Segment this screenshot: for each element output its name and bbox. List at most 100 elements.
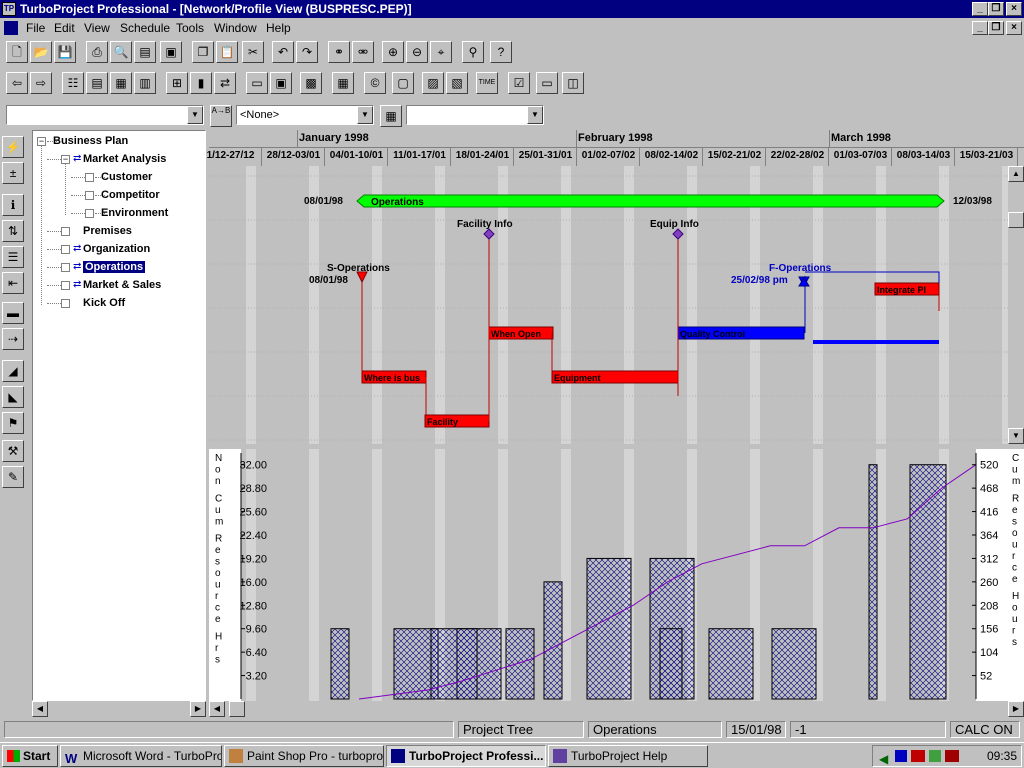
tree-hscroll[interactable]: ◀ ▶ — [32, 701, 206, 717]
expand-box[interactable] — [85, 191, 94, 200]
bar-icon[interactable]: ▬ — [2, 302, 24, 324]
chart-hscroll[interactable]: ◀ ▶ — [209, 701, 1024, 717]
menu-view[interactable]: View — [84, 21, 110, 35]
menu-tools[interactable]: Tools — [176, 21, 204, 35]
print-preview-icon[interactable]: 🔍 — [110, 41, 132, 63]
doc-minimize-icon[interactable]: _ — [972, 21, 988, 35]
expand-box[interactable] — [61, 281, 70, 290]
page-setup-icon[interactable]: ▤ — [134, 41, 156, 63]
doc-close-icon[interactable]: × — [1006, 21, 1022, 35]
task-help[interactable]: TurboProject Help — [548, 745, 708, 767]
expand-box[interactable] — [85, 173, 94, 182]
chevron-down-icon[interactable]: ▼ — [527, 106, 543, 124]
network-vscroll[interactable]: ▲ ▼ — [1008, 166, 1024, 444]
chart-up-icon[interactable]: ◢ — [2, 360, 24, 382]
sort-button[interactable]: A→B — [210, 105, 232, 127]
chevron-down-icon[interactable]: ▼ — [357, 106, 373, 124]
link-arrow-icon[interactable]: ⇅ — [2, 220, 24, 242]
outline-combo[interactable]: ▼ — [6, 105, 204, 125]
flag-icon[interactable]: ⚑ — [2, 412, 24, 434]
redo-icon[interactable]: ↷ — [296, 41, 318, 63]
menu-help[interactable]: Help — [266, 21, 291, 35]
tools-icon[interactable]: ⚒ — [2, 440, 24, 462]
tree-icon[interactable]: ▥ — [134, 72, 156, 94]
help-icon[interactable]: ? — [490, 41, 512, 63]
ati-icon[interactable] — [911, 750, 925, 762]
plus-minus-icon[interactable]: ± — [2, 162, 24, 184]
split-vertical-icon[interactable]: ◫ — [562, 72, 584, 94]
save-icon[interactable]: 💾 — [54, 41, 76, 63]
arrow-left-icon[interactable]: ⇦ — [6, 72, 28, 94]
gantt-icon[interactable]: ▤ — [86, 72, 108, 94]
open-folder-icon[interactable]: 📂 — [30, 41, 52, 63]
move-icon[interactable]: ⇢ — [2, 328, 24, 350]
chevron-down-icon[interactable]: ▼ — [187, 106, 203, 124]
report-icon[interactable]: ▢ — [392, 72, 414, 94]
properties-icon[interactable]: ▣ — [160, 41, 182, 63]
task-paintshop[interactable]: Paint Shop Pro - turboproje... — [224, 745, 384, 767]
task-when-open[interactable]: When Open — [488, 326, 554, 340]
close-icon[interactable]: × — [1006, 2, 1022, 16]
unlink-icon[interactable]: ⚮ — [352, 41, 374, 63]
menu-edit[interactable]: Edit — [54, 21, 75, 35]
tree-item[interactable]: Competitor — [101, 189, 160, 201]
network-icon[interactable] — [929, 750, 941, 762]
pert-icon[interactable]: ⇄ — [214, 72, 236, 94]
graph-icon[interactable]: ▨ — [422, 72, 444, 94]
expand-box[interactable] — [61, 227, 70, 236]
minimize-icon[interactable]: _ — [972, 2, 988, 16]
info-icon[interactable]: ℹ — [2, 194, 24, 216]
task-where-is-bus[interactable]: Where is bus — [361, 370, 427, 384]
monitor-icon[interactable] — [895, 750, 907, 762]
zoom-out-icon[interactable]: ⊖ — [406, 41, 428, 63]
grid-button[interactable]: ▦ — [380, 105, 402, 127]
expand-box[interactable] — [61, 263, 70, 272]
timeline-icon[interactable]: TIME — [476, 72, 498, 94]
chart-down-icon[interactable]: ◣ — [2, 386, 24, 408]
cost-icon[interactable]: © — [364, 72, 386, 94]
expand-box[interactable] — [61, 245, 70, 254]
tree-item[interactable]: Market Analysis — [83, 153, 166, 165]
tree-item[interactable]: Kick Off — [83, 297, 125, 309]
task-turboproject[interactable]: TurboProject Professi... — [386, 745, 546, 767]
view-combo[interactable]: ▼ — [406, 105, 544, 125]
zoom-in-icon[interactable]: ⊕ — [382, 41, 404, 63]
task-facility[interactable]: Facility — [424, 414, 490, 428]
outdent-icon[interactable]: ⇤ — [2, 272, 24, 294]
undo-icon[interactable]: ↶ — [272, 41, 294, 63]
tree-item[interactable]: Environment — [101, 207, 168, 219]
resource-icon[interactable]: ▩ — [300, 72, 322, 94]
link-icon[interactable]: ⚭ — [328, 41, 350, 63]
table-icon[interactable]: ▦ — [332, 72, 354, 94]
doc-icon[interactable] — [4, 21, 18, 35]
expand-box[interactable] — [85, 209, 94, 218]
task-equipment[interactable]: Equipment — [551, 370, 679, 384]
tray-app-icon[interactable] — [945, 750, 959, 762]
menu-window[interactable]: Window — [214, 21, 257, 35]
doc-restore-icon[interactable]: ❐ — [988, 21, 1004, 35]
tree-item[interactable]: Customer — [101, 171, 152, 183]
indent-icon[interactable]: ☰ — [2, 246, 24, 268]
calendar-icon[interactable]: ▭ — [246, 72, 268, 94]
histogram-icon[interactable]: ▮ — [190, 72, 212, 94]
zoom-fit-icon[interactable]: ⌖ — [430, 41, 452, 63]
speaker-icon[interactable]: ◀ — [879, 749, 888, 766]
cut-icon[interactable]: ✂ — [242, 41, 264, 63]
outline-icon[interactable]: ☷ — [62, 72, 84, 94]
network-icon[interactable]: ⊞ — [166, 72, 188, 94]
maximize-icon[interactable]: ❐ — [988, 2, 1004, 16]
tree-item[interactable]: Premises — [83, 225, 132, 237]
arrow-right-icon[interactable]: ⇨ — [30, 72, 52, 94]
split-horizontal-icon[interactable]: ▭ — [536, 72, 558, 94]
tree-item[interactable]: Business Plan — [53, 135, 128, 147]
menu-file[interactable]: File — [26, 21, 45, 35]
expand-box[interactable] — [61, 299, 70, 308]
task-integrate-pl[interactable]: Integrate Pl — [874, 282, 940, 296]
paste-icon[interactable]: 📋 — [216, 41, 238, 63]
lightning-icon[interactable]: ⚡ — [2, 136, 24, 158]
start-button[interactable]: Start — [2, 745, 58, 767]
filter-combo[interactable]: <None> ▼ — [236, 105, 374, 125]
export-icon[interactable]: ▧ — [446, 72, 468, 94]
summary-bar-operations[interactable]: Operations — [356, 194, 945, 208]
checklist-icon[interactable]: ☑ — [508, 72, 530, 94]
